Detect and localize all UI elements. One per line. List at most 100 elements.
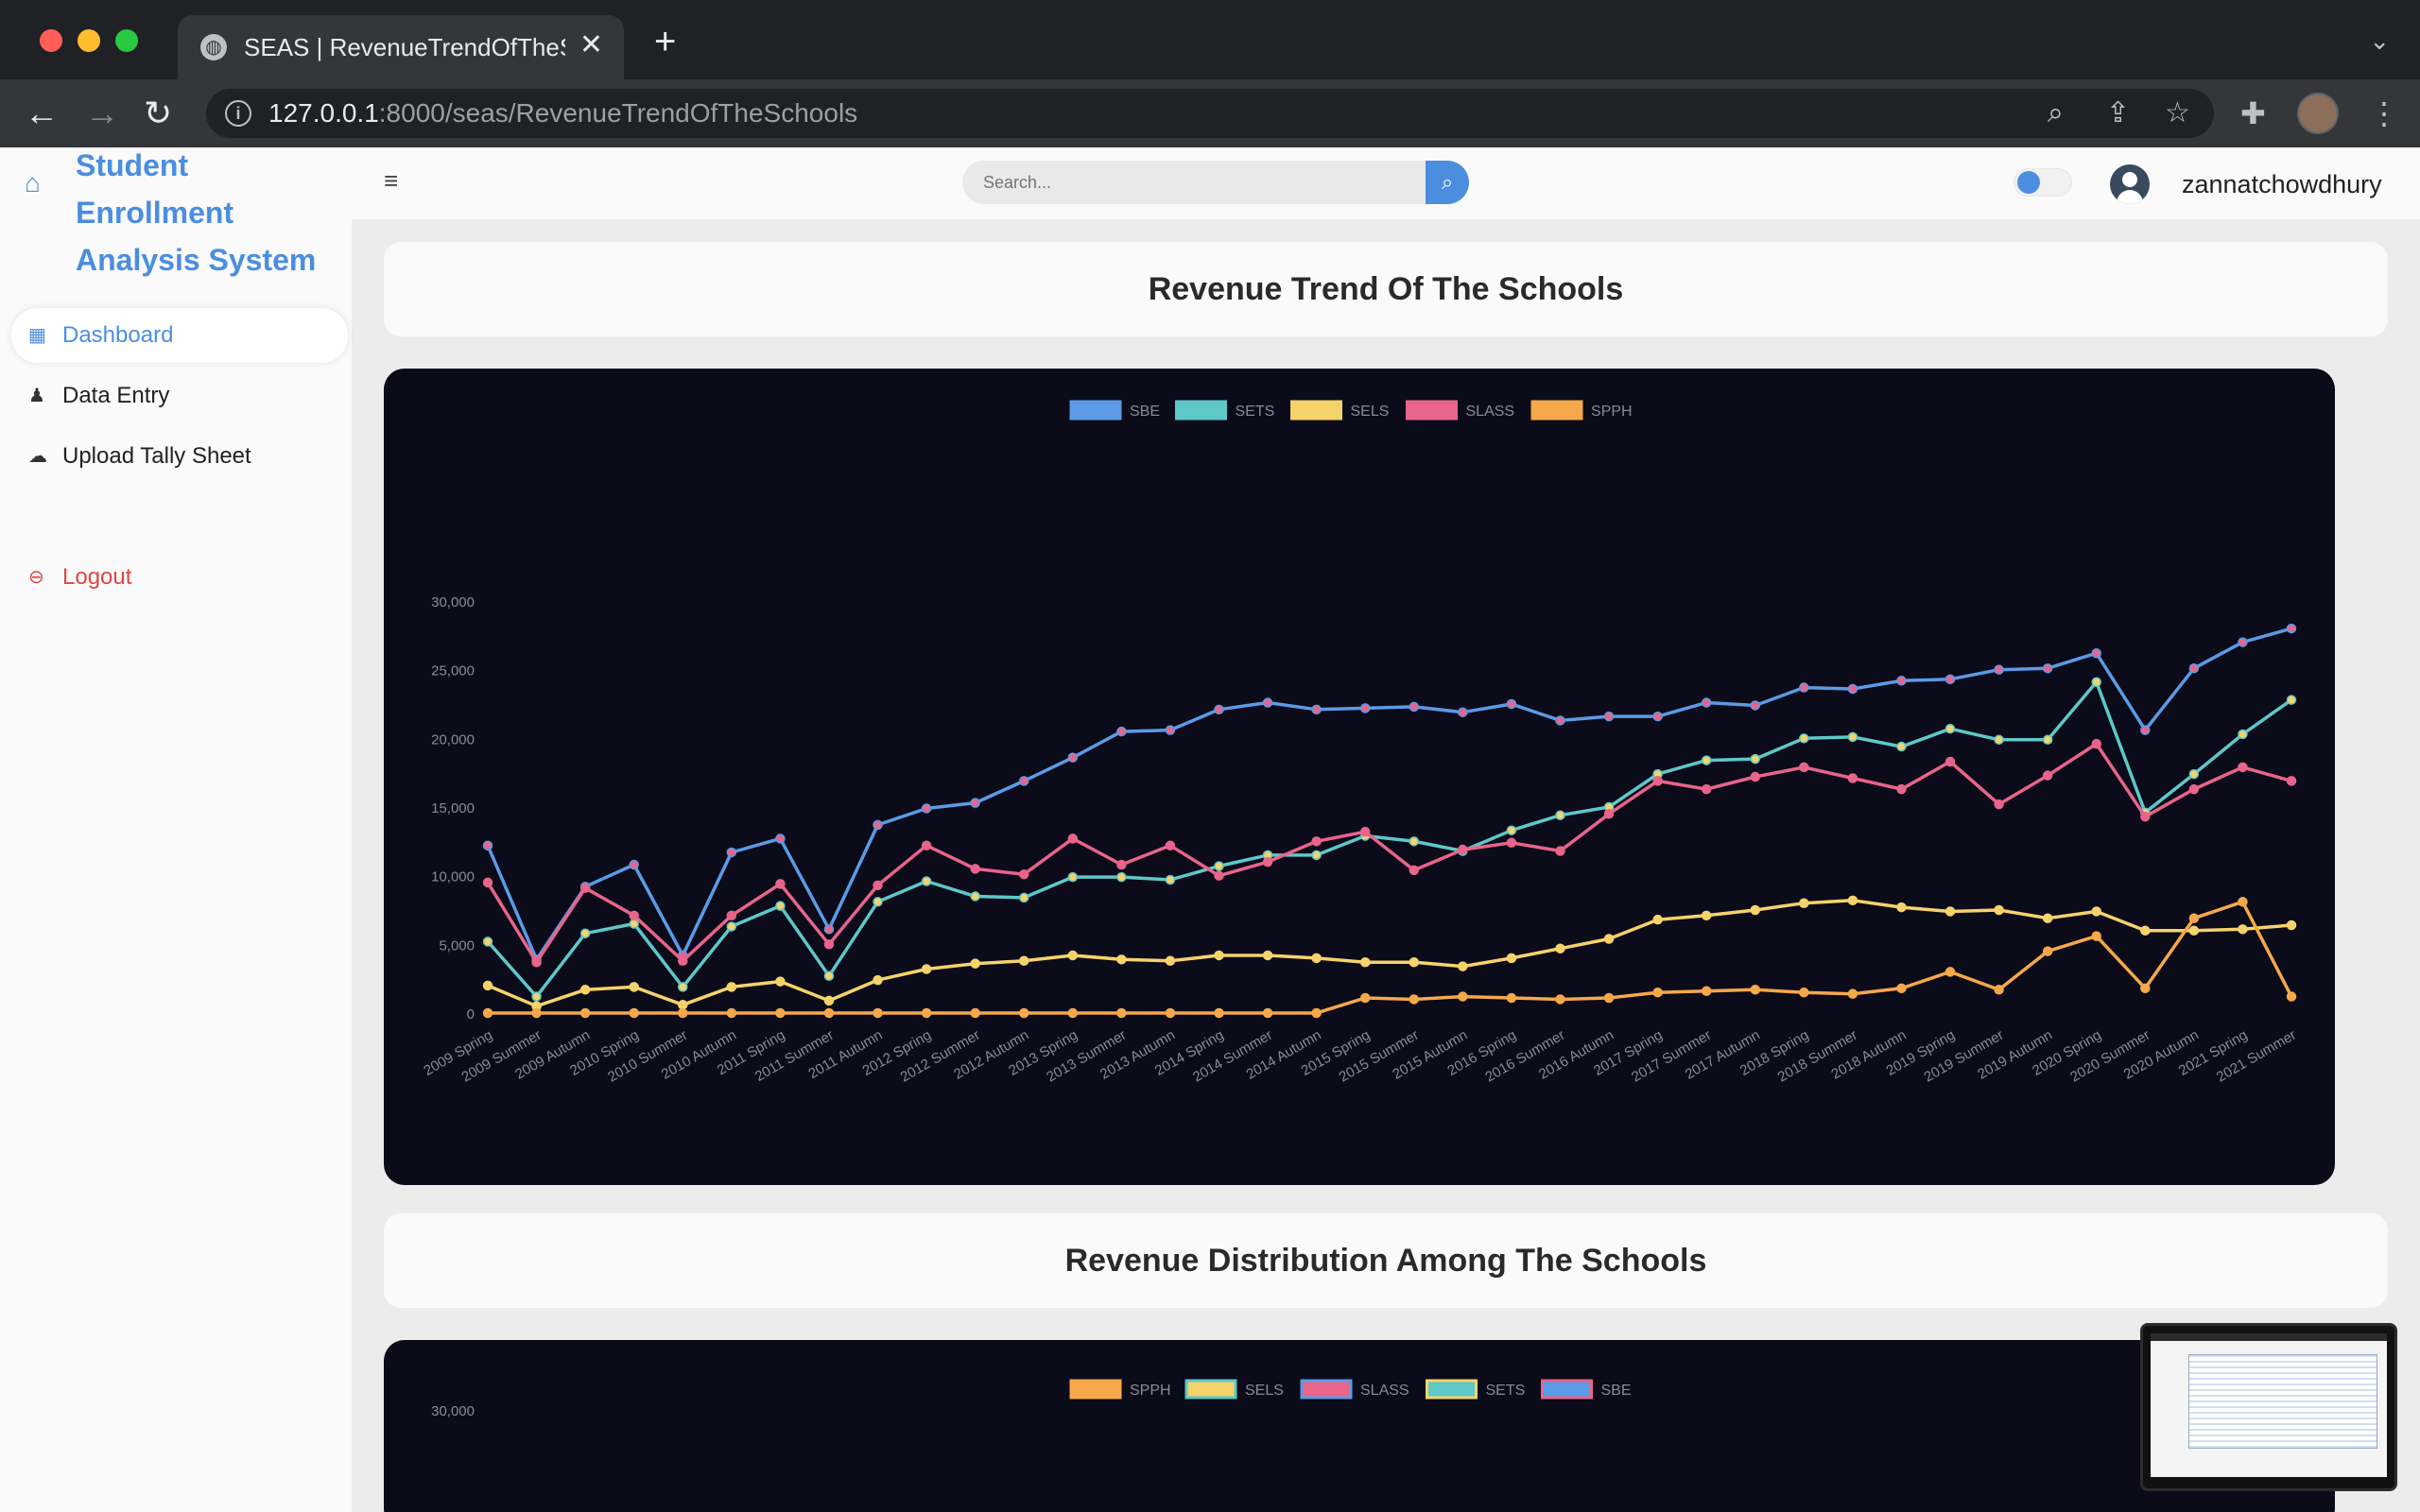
data-point-spph: [2286, 991, 2297, 1002]
data-point-sbe: [1262, 697, 1273, 708]
data-point-sets: [1165, 874, 1176, 885]
data-point-sels: [1067, 950, 1079, 961]
data-point-spph: [678, 1007, 688, 1019]
data-point-sbe: [1994, 664, 2004, 675]
minimize-window-button[interactable]: [78, 29, 100, 52]
legend-label: SPPH: [1591, 404, 1633, 420]
data-point-sels: [2188, 925, 2200, 936]
data-point-spph: [2188, 913, 2200, 923]
legend-swatch: [1300, 1379, 1353, 1400]
app-viewport: ⌂ Student Enrollment Analysis System ▦ D…: [0, 147, 2420, 1512]
sidebar-item-upload-tally-sheet[interactable]: ☁ Upload Tally Sheet: [11, 429, 348, 484]
data-point-sets: [1701, 755, 1712, 765]
data-point-sels: [2042, 913, 2053, 923]
address-bar[interactable]: i 127.0.0.1:8000/seas/RevenueTrendOfTheS…: [206, 89, 2214, 138]
site-info-icon[interactable]: i: [225, 100, 251, 127]
sidebar-item-logout[interactable]: ⊖ Logout: [11, 550, 348, 605]
data-point-sbe: [1506, 698, 1517, 710]
forward-arrow-icon[interactable]: →: [85, 94, 119, 132]
data-point-sels: [1750, 904, 1761, 916]
page-title: Revenue Trend Of The Schools: [1148, 271, 1624, 307]
url-text[interactable]: 127.0.0.1:8000/seas/RevenueTrendOfTheSch…: [268, 98, 857, 129]
back-arrow-icon[interactable]: ←: [25, 94, 59, 132]
kebab-menu-icon[interactable]: ⋮: [2369, 96, 2399, 130]
browser-profile-avatar[interactable]: [2297, 93, 2339, 134]
data-point-spph: [1409, 994, 1420, 1005]
brand-title[interactable]: Student Enrollment Analysis System: [76, 147, 350, 284]
data-point-spph: [726, 1007, 737, 1019]
close-window-button[interactable]: [40, 29, 62, 52]
data-point-slass: [726, 910, 737, 921]
legend-swatch: [1406, 400, 1458, 421]
trend-title-card: Revenue Trend Of The Schools: [384, 242, 2388, 336]
sidebar-item-dashboard[interactable]: ▦ Dashboard: [11, 308, 348, 363]
data-point-sets: [1409, 836, 1420, 847]
extensions-puzzle-icon[interactable]: ✚: [2240, 96, 2266, 130]
data-point-sbe: [1701, 697, 1712, 708]
chevron-down-icon[interactable]: ⌄: [2369, 26, 2390, 56]
data-point-sbe: [2140, 725, 2151, 735]
data-point-sbe: [1067, 752, 1079, 763]
data-point-sets: [629, 919, 639, 929]
data-point-sels: [1214, 950, 1224, 961]
legend-swatch: [1290, 400, 1342, 421]
bookmark-star-icon[interactable]: ☆: [2165, 98, 2190, 129]
legend-swatch: [1069, 1379, 1122, 1400]
sidebar-item-data-entry[interactable]: ♟ Data Entry: [11, 369, 348, 423]
data-point-sels: [1262, 950, 1273, 961]
data-point-slass: [921, 840, 932, 850]
data-point-slass: [482, 877, 493, 888]
pip-screen: [2151, 1333, 2387, 1477]
distribution-title-card: Revenue Distribution Among The Schools: [384, 1213, 2388, 1308]
data-point-sels: [1994, 904, 2004, 916]
data-point-slass: [1311, 836, 1322, 847]
data-point-sels: [482, 980, 493, 991]
data-point-sbe: [2042, 662, 2053, 674]
data-point-sbe: [1945, 674, 1956, 685]
reload-icon[interactable]: ↻: [144, 94, 172, 132]
data-point-sets: [2188, 768, 2200, 780]
close-tab-icon[interactable]: ✕: [579, 28, 603, 62]
data-point-spph: [1701, 986, 1712, 996]
data-point-sbe: [1799, 682, 1809, 693]
legend-label: SELS: [1245, 1383, 1284, 1399]
legend-swatch: [1184, 1379, 1237, 1400]
legend-swatch: [1530, 400, 1583, 421]
picture-in-picture-preview[interactable]: [2140, 1323, 2397, 1491]
data-point-sels: [873, 974, 883, 986]
maximize-window-button[interactable]: [115, 29, 138, 52]
revenue-distribution-chart: SPPH SELS SLASS SETS SBE 30,000: [384, 1340, 2335, 1512]
data-point-sels: [1945, 906, 1956, 917]
series-line-spph: [488, 900, 2293, 1015]
data-point-sels: [775, 976, 786, 987]
data-point-slass: [1116, 859, 1127, 870]
user-avatar-icon[interactable]: [2110, 164, 2150, 204]
theme-toggle[interactable]: [2014, 168, 2072, 197]
data-point-sbe: [775, 833, 786, 844]
new-tab-plus-icon[interactable]: +: [654, 23, 676, 60]
data-point-sbe: [1409, 701, 1420, 713]
data-point-sbe: [823, 924, 835, 935]
data-point-sbe: [1018, 776, 1029, 786]
data-point-slass: [1018, 868, 1029, 880]
data-point-sbe: [1555, 715, 1565, 726]
data-point-sels: [1311, 953, 1322, 964]
zoom-icon[interactable]: ⌕: [2048, 98, 2064, 129]
browser-toolbar: ← → ↻ i 127.0.0.1:8000/seas/RevenueTrend…: [0, 79, 2420, 147]
username[interactable]: zannatchowdhury: [2182, 168, 2382, 200]
hamburger-menu-icon[interactable]: ≡: [384, 166, 398, 196]
data-point-sels: [921, 964, 932, 974]
share-icon[interactable]: ⇪: [2106, 98, 2130, 129]
data-point-sbe: [2091, 647, 2101, 659]
data-point-sels: [823, 995, 835, 1006]
search-button[interactable]: ⌕: [1426, 161, 1469, 204]
data-point-slass: [2140, 811, 2151, 822]
data-point-sels: [1799, 898, 1809, 908]
data-point-sels: [1458, 961, 1468, 971]
data-point-sels: [1165, 955, 1176, 967]
legend-label: SETS: [1486, 1383, 1526, 1399]
browser-tab-active[interactable]: ◍ SEAS | RevenueTrendOfTheSchools ✕: [178, 15, 624, 79]
search-input[interactable]: [962, 161, 1427, 204]
data-point-slass: [678, 955, 688, 967]
data-point-spph: [823, 1007, 835, 1019]
